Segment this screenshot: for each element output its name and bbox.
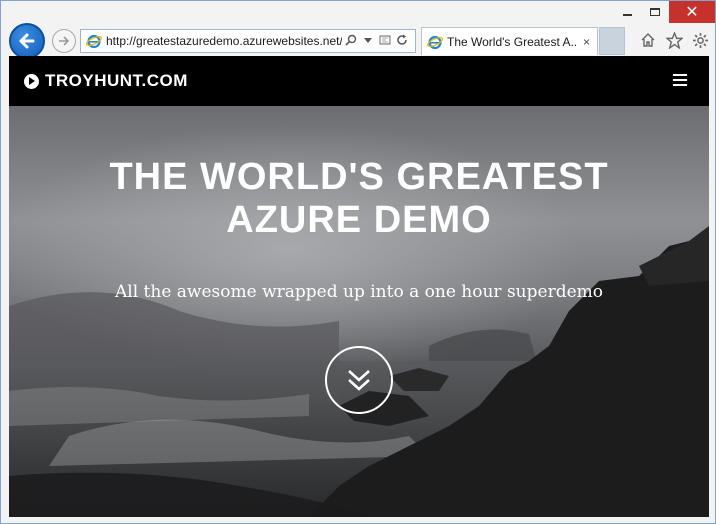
ie-page-icon xyxy=(86,33,102,49)
play-circle-icon xyxy=(24,73,39,89)
site-logo-text: TROYHUNT.COM xyxy=(45,71,188,90)
hero-title-line2: AZURE DEMO xyxy=(226,199,492,241)
back-button[interactable] xyxy=(9,23,45,59)
search-icon[interactable] xyxy=(344,34,358,49)
navigation-bar: http://greatestazuredemo.azurewebsites.n… xyxy=(1,21,715,59)
minimize-icon xyxy=(622,14,632,16)
forward-button[interactable] xyxy=(52,29,76,53)
hero-title-line1: THE WORLD'S GREATEST xyxy=(109,156,609,198)
favorites-star-icon[interactable] xyxy=(665,31,683,49)
browser-window: ✕ http://greatestazuredemo.azurewebsites… xyxy=(0,0,716,524)
close-window-button[interactable]: ✕ xyxy=(669,1,715,23)
window-caption-buttons: ✕ xyxy=(613,1,715,23)
dropdown-arrow-icon[interactable] xyxy=(361,35,375,47)
hero-subtitle: All the awesome wrapped up into a one ho… xyxy=(115,282,603,302)
browser-tab[interactable]: The World's Greatest A... × xyxy=(421,27,598,55)
address-tools xyxy=(344,34,409,49)
tab-close-icon[interactable]: × xyxy=(583,35,590,49)
maximize-button[interactable] xyxy=(641,1,669,23)
maximize-icon xyxy=(650,8,660,16)
scroll-down-button[interactable] xyxy=(325,346,393,414)
compatibility-view-icon[interactable] xyxy=(378,34,392,49)
new-tab-button[interactable] xyxy=(599,27,625,55)
back-arrow-icon xyxy=(19,33,35,49)
url-text[interactable]: http://greatestazuredemo.azurewebsites.n… xyxy=(106,34,342,48)
address-bar[interactable]: http://greatestazuredemo.azurewebsites.n… xyxy=(80,29,416,53)
refresh-icon[interactable] xyxy=(395,34,409,49)
tab-title: The World's Greatest A... xyxy=(447,34,577,49)
home-icon[interactable] xyxy=(639,31,657,49)
tab-ie-icon xyxy=(427,34,443,50)
forward-arrow-icon xyxy=(59,36,70,46)
double-chevron-down-icon xyxy=(348,370,370,391)
site-header: TROYHUNT.COM xyxy=(9,56,709,106)
minimize-button[interactable] xyxy=(613,1,641,23)
hero-title: THE WORLD'S GREATEST AZURE DEMO xyxy=(9,156,709,242)
hero-section: THE WORLD'S GREATEST AZURE DEMO All the … xyxy=(9,106,709,517)
page-viewport: TROYHUNT.COM THE WORLD'S GREATEST AZURE … xyxy=(9,56,709,517)
hamburger-menu-icon[interactable] xyxy=(673,74,687,86)
site-logo[interactable]: TROYHUNT.COM xyxy=(24,71,188,91)
browser-toolbar xyxy=(639,31,709,49)
settings-gear-icon[interactable] xyxy=(691,31,709,49)
